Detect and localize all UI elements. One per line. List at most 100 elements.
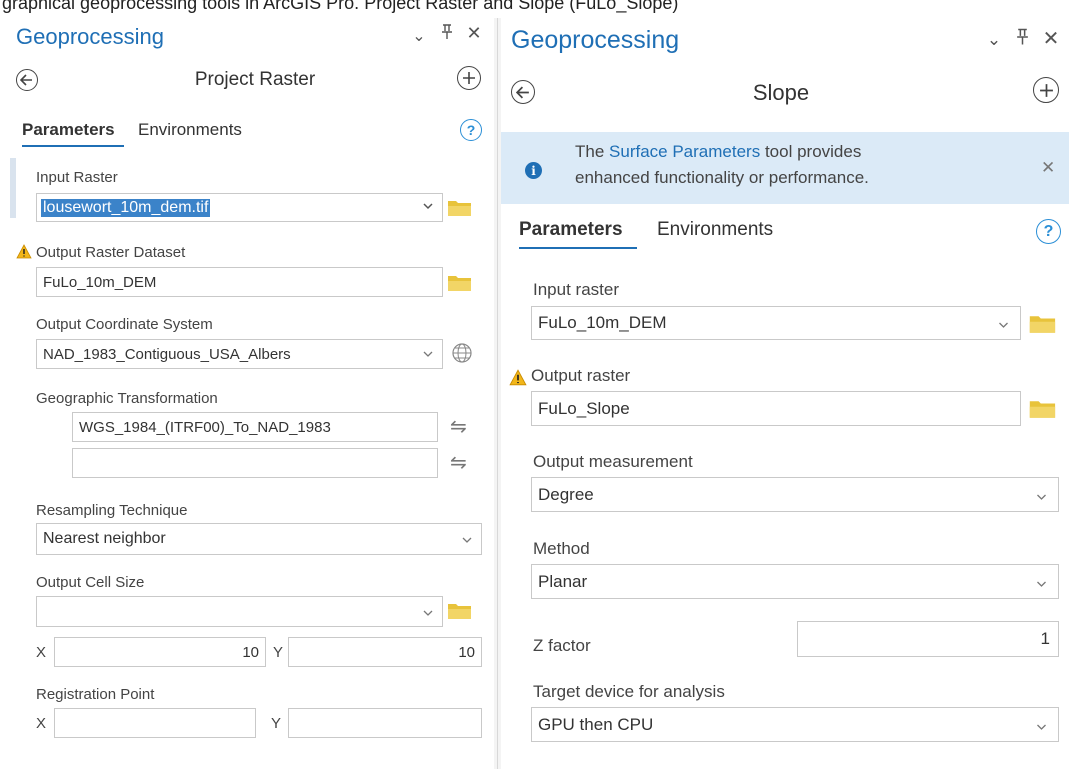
output-coordinate-system-label: Output Coordinate System <box>36 316 213 333</box>
help-icon[interactable]: ? <box>1036 219 1061 244</box>
pin-icon[interactable] <box>1013 28 1031 51</box>
chevron-svg <box>1037 724 1046 730</box>
target-device-dropdown[interactable]: GPU then CPU <box>531 707 1059 742</box>
registration-y-input[interactable] <box>288 708 482 738</box>
output-measurement-value: Degree <box>538 484 594 504</box>
active-tab-underline <box>22 145 124 147</box>
plus-svg <box>1039 83 1053 97</box>
folder-svg <box>1029 316 1056 333</box>
chevron-down-icon[interactable] <box>422 605 434 623</box>
tab-environments[interactable]: Environments <box>657 219 773 241</box>
warning-icon <box>16 244 32 264</box>
output-measurement-dropdown[interactable]: Degree <box>531 477 1059 512</box>
swap-direction-icon[interactable]: ⇋ <box>450 414 467 439</box>
folder-icon[interactable] <box>1028 398 1058 425</box>
folder-svg <box>448 201 471 216</box>
geoprocessing-pane-slope: Geoprocessing ⌄ ✕ Slope i The Surface Pa… <box>501 18 1069 769</box>
warning-svg <box>509 369 527 386</box>
pin-icon[interactable] <box>438 24 456 45</box>
chevron-down-icon[interactable]: ⌄ <box>410 26 428 46</box>
output-raster-field[interactable]: FuLo_Slope <box>531 391 1021 426</box>
pane-divider[interactable] <box>494 18 501 769</box>
geoprocessing-pane-project-raster: Geoprocessing ⌄ ✕ Project Raster Paramet… <box>0 18 494 769</box>
z-factor-input[interactable]: 1 <box>797 621 1059 657</box>
banner-line-1: The Surface Parameters tool provides <box>575 142 861 162</box>
plus-circle-icon[interactable] <box>457 66 481 90</box>
resampling-technique-dropdown[interactable]: Nearest neighbor <box>36 523 482 555</box>
back-arrow-icon[interactable] <box>16 69 38 91</box>
cell-size-y-label: Y <box>273 644 284 661</box>
globe-svg <box>452 343 472 363</box>
tab-parameters[interactable]: Parameters <box>22 120 115 140</box>
chevron-down-icon[interactable] <box>1035 719 1048 737</box>
input-raster-value: FuLo_10m_DEM <box>538 313 667 332</box>
pin-icon-svg <box>442 24 452 39</box>
chevron-down-icon[interactable] <box>1035 576 1048 594</box>
output-cell-size-field[interactable] <box>36 596 443 627</box>
resampling-technique-label: Resampling Technique <box>36 502 188 519</box>
warning-svg <box>16 244 32 259</box>
registration-x-label: X <box>36 715 47 732</box>
folder-svg <box>448 604 471 619</box>
back-arrow-icon[interactable] <box>511 80 535 104</box>
geographic-transformation-field-1[interactable]: WGS_1984_(ITRF00)_To_NAD_1983 <box>72 412 438 442</box>
input-raster-dropdown[interactable]: FuLo_10m_DEM <box>531 306 1021 340</box>
tab-parameters[interactable]: Parameters <box>519 219 623 241</box>
info-banner: i The Surface Parameters tool provides e… <box>501 132 1069 204</box>
cell-size-y-input[interactable]: 10 <box>288 637 482 667</box>
input-raster-label: Input Raster <box>36 169 118 186</box>
chevron-svg <box>462 537 472 543</box>
registration-x-input[interactable] <box>54 708 256 738</box>
z-factor-label: Z factor <box>533 636 591 655</box>
output-cell-size-label: Output Cell Size <box>36 574 145 591</box>
help-icon[interactable]: ? <box>460 119 482 141</box>
output-raster-dataset-label: Output Raster Dataset <box>36 244 186 261</box>
folder-icon[interactable] <box>447 273 473 298</box>
chevron-svg <box>999 322 1008 328</box>
folder-icon[interactable] <box>1028 313 1058 340</box>
z-factor-value: 1 <box>1040 629 1050 648</box>
chevron-svg <box>1037 581 1046 587</box>
folder-svg <box>1029 401 1056 418</box>
figure-caption: graphical geoprocessing tools in ArcGIS … <box>0 0 1069 18</box>
banner-prefix: The <box>575 142 610 161</box>
info-icon: i <box>525 162 542 179</box>
folder-icon[interactable] <box>447 198 473 223</box>
chevron-down-icon[interactable]: ⌄ <box>985 30 1003 50</box>
chevron-svg <box>423 610 433 616</box>
close-icon[interactable]: ✕ <box>1039 26 1063 51</box>
surface-parameters-link[interactable]: Surface Parameters <box>609 142 760 161</box>
tool-title: Slope <box>752 80 810 105</box>
cell-size-x-input[interactable]: 10 <box>54 637 266 667</box>
pane-title: Geoprocessing <box>511 26 680 54</box>
output-coordinate-system-field[interactable]: NAD_1983_Contiguous_USA_Albers <box>36 339 443 369</box>
plus-circle-icon[interactable] <box>1033 77 1059 103</box>
chevron-down-icon[interactable] <box>461 532 473 550</box>
banner-suffix: tool provides <box>760 142 862 161</box>
globe-icon[interactable] <box>451 342 473 369</box>
back-arrow-svg <box>20 74 32 86</box>
banner-close-icon[interactable]: ✕ <box>1041 158 1055 178</box>
geographic-transformation-field-2[interactable] <box>72 448 438 478</box>
chevron-down-icon[interactable] <box>1035 489 1048 507</box>
input-raster-field[interactable]: lousewort_10m_dem.tif <box>36 193 443 222</box>
cell-size-y-value: 10 <box>458 643 475 661</box>
output-raster-dataset-field[interactable]: FuLo_10m_DEM <box>36 267 443 297</box>
method-label: Method <box>533 539 590 558</box>
chevron-down-icon[interactable] <box>997 317 1010 335</box>
input-raster-value: lousewort_10m_dem.tif <box>41 198 211 217</box>
output-raster-dataset-value: FuLo_10m_DEM <box>43 273 157 291</box>
close-icon[interactable]: ✕ <box>464 23 484 44</box>
chevron-down-icon[interactable] <box>422 198 434 214</box>
registration-point-label: Registration Point <box>36 686 155 703</box>
cell-size-x-value: 10 <box>242 643 259 661</box>
method-value: Planar <box>538 571 588 591</box>
tab-environments[interactable]: Environments <box>138 120 242 140</box>
method-dropdown[interactable]: Planar <box>531 564 1059 599</box>
resampling-technique-value: Nearest neighbor <box>43 530 166 547</box>
banner-line-2: enhanced functionality or performance. <box>575 168 869 187</box>
folder-icon[interactable] <box>447 601 473 626</box>
chevron-down-icon[interactable] <box>422 346 434 364</box>
swap-direction-icon[interactable]: ⇋ <box>450 450 467 475</box>
geographic-transformation-label: Geographic Transformation <box>36 390 218 407</box>
